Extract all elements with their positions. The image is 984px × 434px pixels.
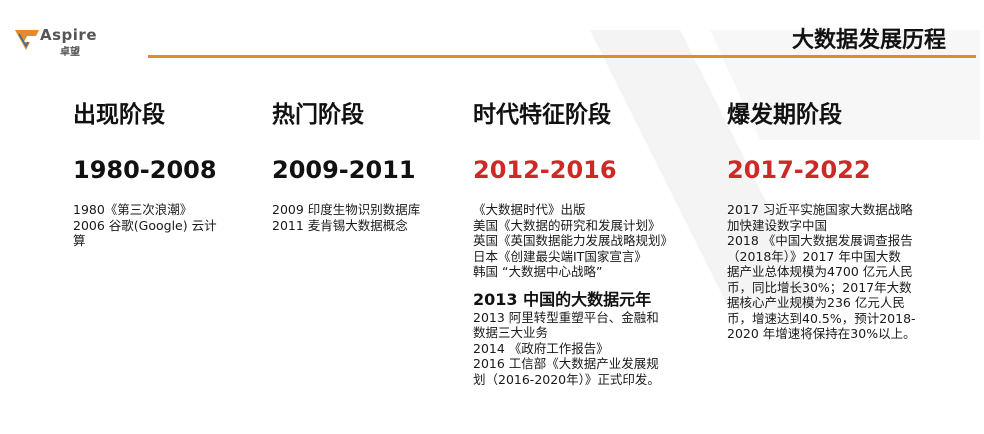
stage-items: 2009 印度生物识别数据库 2011 麦肯锡大数据概念 [272,202,420,233]
logo-text-cn: 卓望 [60,47,80,58]
stage-subitems: 2013 阿里转型重塑平台、金融和 数据三大业务 2014 《政府工作报告》 2… [473,310,673,388]
stage-items: 2017 习近平实施国家大数据战略 加快建设数字中国 2018 《中国大数据发展… [727,202,916,342]
stage-name: 爆发期阶段 [727,102,842,128]
stage-years: 1980-2008 [73,156,217,184]
list-item: 英国《英国数据能力发展战略规划》 [473,233,674,248]
list-item: 算 [73,233,86,248]
list-item: 2006 谷歌(Google) 云计 [73,217,217,233]
stage-column-popular: 热门阶段 2009-2011 2009 印度生物识别数据库 2011 麦肯锡大数… [272,98,420,233]
list-item: 韩国 “大数据中心战略” [473,264,603,279]
stage-subheading: 2013 中国的大数据元年 [473,289,652,309]
list-item: 2011 麦肯锡大数据概念 [272,217,408,233]
page-title: 大数据发展历程 [791,28,946,53]
list-item: 2013 阿里转型重塑平台、金融和 [473,309,659,325]
stage-items: 1980《第三次浪潮》 2006 谷歌(Google) 云计 算 [73,202,217,249]
stage-column-era-features: 时代特征阶段 2012-2016 《大数据时代》出版 美国《大数据的研究和发展计… [473,98,673,387]
stage-column-explosion: 爆发期阶段 2017-2022 2017 习近平实施国家大数据战略 加快建设数字… [727,98,916,342]
list-item: 2020 年增速将保持在30%以上。 [727,326,916,341]
list-item: 《大数据时代》出版 [473,202,586,217]
list-item: 2016 工信部《大数据产业发展规 [473,356,659,371]
stage-items: 《大数据时代》出版 美国《大数据的研究和发展计划》 英国《英国数据能力发展战略规… [473,202,673,280]
stage-years: 2009-2011 [272,156,416,184]
stage-name: 时代特征阶段 [473,102,611,128]
list-item: （2018年）》2017 年中国大数 [727,248,901,264]
list-item: 加快建设数字中国 [727,217,828,233]
list-item: 2014 《政府工作报告》 [473,340,609,356]
stage-years: 2017-2022 [727,156,871,184]
list-item: 美国《大数据的研究和发展计划》 [473,217,661,233]
list-item: 1980《第三次浪潮》 [73,202,193,217]
list-item: 2018 《中国大数据发展调查报告 [727,233,913,248]
list-item: 2009 印度生物识别数据库 [272,202,421,217]
list-item: 划（2016-2020年）》正式印发。 [473,371,660,387]
list-item: 币，同比增长30%；2017年大数 [727,279,912,295]
list-item: 日本《创建最尖端IT国家宣言》 [473,248,647,264]
list-item: 币，增速达到40.5%，预计2018- [727,310,916,326]
stage-column-emergence: 出现阶段 1980-2008 1980《第三次浪潮》 2006 谷歌(Googl… [73,98,217,249]
list-item: 2017 习近平实施国家大数据战略 [727,202,913,217]
list-item: 数据三大业务 [473,325,549,340]
logo-text-en: Aspire [40,26,97,44]
stage-name: 热门阶段 [272,102,364,128]
logo-mark-icon [15,30,39,50]
stage-name: 出现阶段 [73,102,165,128]
stage-years: 2012-2016 [473,156,617,184]
list-item: 据核心产业规模为236 亿元人民 [727,295,905,310]
header-divider [148,55,976,58]
aspire-logo: Aspire 卓望 [14,26,124,58]
list-item: 据产业总体规模为4700 亿元人民 [727,264,913,279]
